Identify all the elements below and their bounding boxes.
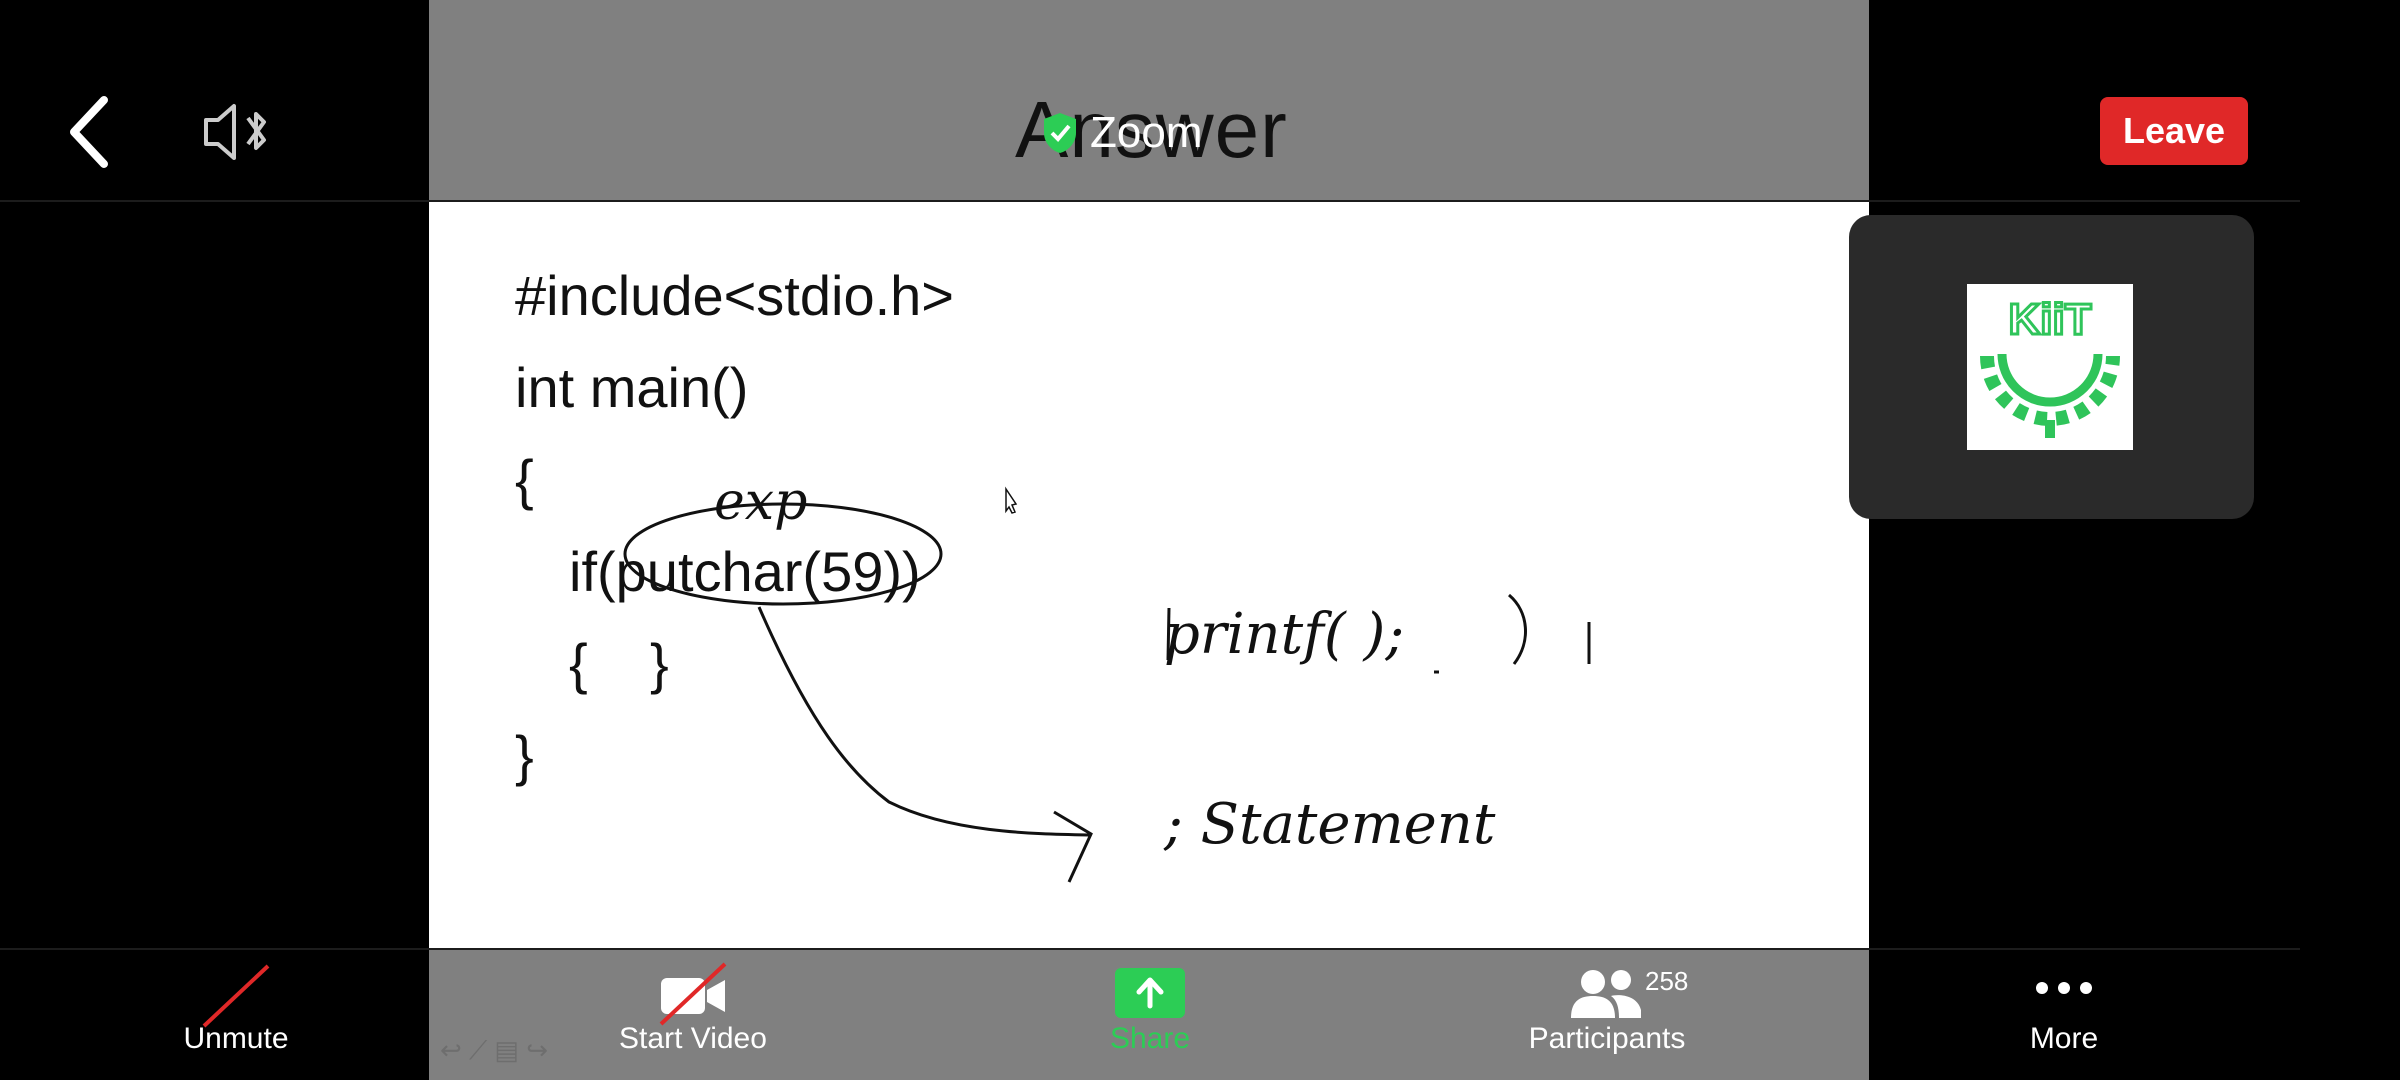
annotation-statement: ; Statement [1164, 792, 1496, 857]
shield-check-icon [1044, 113, 1076, 153]
mouse-cursor-icon [1005, 486, 1018, 514]
meeting-title[interactable]: Zoom [1040, 108, 1202, 158]
more-button[interactable]: More [1944, 950, 2184, 1070]
back-button[interactable] [60, 92, 120, 172]
annotation-printf: printf( ); [1164, 602, 1405, 667]
more-label: More [2029, 1022, 2099, 1055]
ellipsis-icon [2036, 982, 2092, 994]
video-off-icon [659, 962, 727, 1026]
audio-output-button[interactable] [200, 100, 272, 164]
kiit-logo-icon: KiiT [1980, 294, 2120, 438]
share-arrow-icon [1115, 968, 1185, 1018]
participants-button[interactable]: 258 Participants [1487, 950, 1727, 1070]
leave-button[interactable]: Leave [2100, 97, 2248, 165]
chevron-left-icon [70, 96, 108, 168]
svg-text:KiiT: KiiT [2008, 295, 2091, 344]
people-icon [1571, 970, 1641, 1018]
shared-slide: #include<stdio.h> int main() { if(putcha… [429, 202, 1869, 948]
top-divider [0, 200, 2300, 202]
start-video-button[interactable]: Start Video [573, 950, 813, 1070]
share-button[interactable]: Share [1030, 950, 1270, 1070]
annotation-exp: exp [714, 472, 808, 532]
participants-label: Participants [1528, 1022, 1686, 1055]
pen-annotations [623, 486, 1591, 883]
participants-count-badge: 258 [1645, 966, 1689, 996]
unmute-button[interactable]: Unmute [116, 950, 356, 1070]
share-label: Share [1109, 1022, 1191, 1055]
mic-muted-icon [202, 964, 270, 1028]
slide-nav-icons: ↩ ⟋ ▤ ↪ [440, 1035, 549, 1065]
avatar: KiiT [1967, 284, 2133, 450]
meeting-title-text: Zoom [1090, 108, 1203, 157]
speaker-bluetooth-icon [204, 104, 266, 160]
